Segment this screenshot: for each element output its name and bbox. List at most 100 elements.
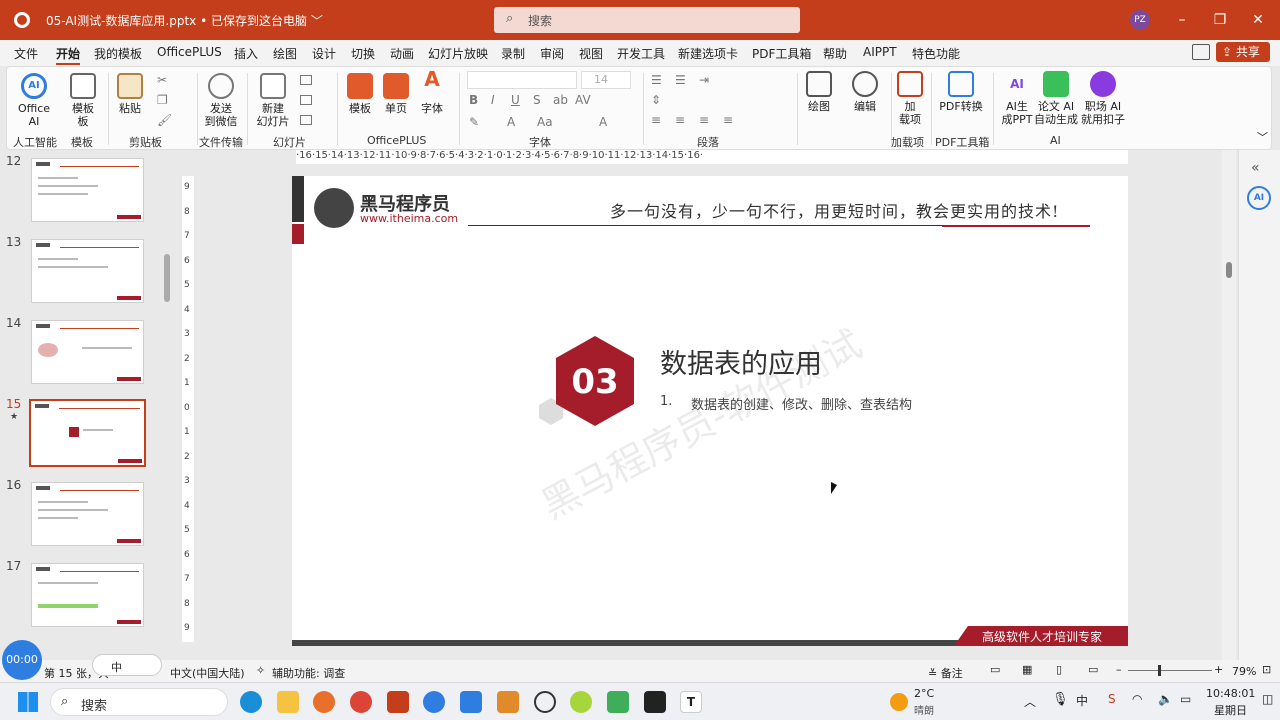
volume-icon[interactable]: 🔈	[1158, 692, 1173, 706]
tab-file[interactable]: 文件	[14, 45, 38, 62]
tab-slideshow[interactable]: 幻灯片放映	[428, 45, 488, 62]
comments-icon[interactable]	[1192, 44, 1210, 60]
clear-format-icon[interactable]: A	[599, 115, 607, 129]
collapse-ribbon-icon[interactable]: ﹀	[1257, 129, 1268, 145]
zoom-slider[interactable]	[1128, 670, 1212, 671]
tab-insert[interactable]: 插入	[234, 45, 258, 62]
pdf-convert-button[interactable]: PDF转换	[935, 71, 987, 113]
collapse-pane-icon[interactable]: «	[1251, 160, 1260, 176]
strikethrough-button[interactable]: S	[533, 93, 541, 107]
slide-thumbnail-selected[interactable]	[29, 399, 146, 467]
align-left-icon[interactable]: ≡	[651, 113, 661, 127]
document-title[interactable]: 05-AI测试-数据库应用.pptx • 已保存到这台电脑 ﹀	[46, 12, 323, 29]
app-icon-green[interactable]	[607, 691, 629, 713]
tab-pdf-tools[interactable]: PDF工具箱	[752, 45, 811, 62]
italic-button[interactable]: I	[491, 93, 495, 107]
reset-icon[interactable]	[300, 95, 312, 105]
typora-icon[interactable]: T	[680, 691, 702, 713]
tab-officeplus[interactable]: OfficePLUS	[157, 45, 222, 59]
layout-icon[interactable]	[300, 75, 312, 85]
chat-app-icon[interactable]	[460, 691, 482, 713]
tab-record[interactable]: 录制	[501, 45, 525, 62]
reading-view-icon[interactable]: ▯	[1056, 663, 1062, 676]
language-status[interactable]: 中文(中国大陆)	[170, 665, 245, 681]
edge-icon[interactable]	[240, 691, 262, 713]
indent-icon[interactable]: ⇥	[699, 73, 709, 87]
fit-to-window-icon[interactable]: ⊡	[1262, 663, 1271, 676]
tab-help[interactable]: 帮助	[823, 45, 847, 62]
zoom-in-button[interactable]: +	[1214, 663, 1223, 676]
align-center-icon[interactable]: ≡	[675, 113, 685, 127]
highlight-icon[interactable]: ✎	[469, 115, 479, 129]
chrome-icon[interactable]	[350, 691, 372, 713]
file-explorer-icon[interactable]	[277, 691, 299, 713]
recording-timer[interactable]: 00:00	[2, 640, 42, 680]
font-size-select[interactable]: 14	[581, 71, 631, 89]
single-page-button[interactable]: 单页	[381, 73, 411, 115]
tab-home[interactable]: 开始	[56, 45, 81, 65]
tab-review[interactable]: 审阅	[540, 45, 564, 62]
tab-new-tab[interactable]: 新建选项卡	[678, 45, 738, 62]
sublime-icon[interactable]	[497, 691, 519, 713]
new-slide-button[interactable]: 新建 幻灯片	[253, 73, 293, 128]
weather-icon[interactable]	[890, 693, 908, 711]
datagrip-icon[interactable]	[644, 691, 666, 713]
tab-draw[interactable]: 绘图	[273, 45, 297, 62]
editing-button[interactable]: 编辑	[849, 71, 881, 113]
underline-button[interactable]: U	[511, 93, 520, 107]
sorter-view-icon[interactable]: ▦	[1022, 663, 1032, 676]
slide-thumbnail[interactable]	[31, 482, 144, 546]
tray-chevron-icon[interactable]: ︿	[1024, 693, 1036, 710]
template-button[interactable]: 模板 板	[65, 73, 101, 128]
search-box[interactable]: ⌕ 搜索	[494, 7, 800, 33]
tab-transitions[interactable]: 切换	[351, 45, 375, 62]
app-icon[interactable]	[423, 691, 445, 713]
zoom-level[interactable]: 79%	[1232, 665, 1256, 678]
zoom-slider-thumb[interactable]	[1158, 665, 1161, 676]
format-painter-icon[interactable]: 🖌	[157, 113, 172, 127]
avatar[interactable]: PZ	[1130, 10, 1150, 30]
zoom-out-button[interactable]: –	[1116, 663, 1122, 676]
thumbnail-scrollbar[interactable]	[164, 254, 170, 302]
cut-icon[interactable]: ✂	[157, 73, 167, 87]
microphone-icon[interactable]: 🎙	[1052, 692, 1069, 707]
clock-time[interactable]: 10:48:01	[1206, 687, 1255, 700]
normal-view-icon[interactable]: ▭	[990, 663, 1000, 676]
font-color-icon[interactable]: A	[507, 115, 515, 129]
tab-view[interactable]: 视图	[579, 45, 603, 62]
slide-thumbnail[interactable]	[31, 239, 144, 303]
accessibility-status[interactable]: 辅助功能: 调查	[272, 665, 345, 681]
slideshow-view-icon[interactable]: ▭	[1088, 663, 1098, 676]
tab-features[interactable]: 特色功能	[912, 45, 960, 62]
justify-icon[interactable]: ≡	[723, 113, 733, 127]
send-wechat-button[interactable]: 发送 到微信	[203, 73, 239, 128]
tab-developer[interactable]: 开发工具	[617, 45, 665, 62]
numbering-icon[interactable]: ☰	[675, 73, 686, 87]
clock-app-icon[interactable]	[534, 691, 556, 713]
tab-design[interactable]: 设计	[312, 45, 336, 62]
drawing-button[interactable]: 绘图	[803, 71, 835, 113]
powerpoint-app-icon[interactable]	[387, 691, 409, 713]
wifi-icon[interactable]: ◠	[1132, 692, 1142, 706]
minimize-button[interactable]: –	[1172, 10, 1192, 30]
copy-icon[interactable]: ❐	[157, 93, 168, 107]
ime-toolbar[interactable]: 中	[92, 654, 162, 676]
officeplus-template-button[interactable]: 模板	[345, 73, 375, 115]
ime-tray-icon[interactable]: 中	[1076, 692, 1088, 709]
paste-button[interactable]: 粘贴	[115, 73, 145, 115]
char-spacing-icon[interactable]: AV	[575, 93, 591, 107]
notification-icon[interactable]: ◫	[1262, 692, 1273, 706]
font-button[interactable]: A 字体	[417, 69, 447, 115]
windows-start-icon[interactable]	[18, 692, 38, 712]
taskbar-search[interactable]: ⌕ 搜索	[50, 688, 228, 716]
align-right-icon[interactable]: ≡	[699, 113, 709, 127]
wps-tray-icon[interactable]: S	[1108, 692, 1116, 706]
paper-ai-button[interactable]: 论文 AI 自动生成	[1031, 71, 1081, 126]
tab-my-templates[interactable]: 我的模板	[94, 45, 142, 62]
section-icon[interactable]	[300, 115, 312, 125]
slide-thumbnail[interactable]	[31, 320, 144, 384]
notes-button[interactable]: ≚ 备注	[928, 665, 963, 681]
vertical-scrollbar[interactable]	[1222, 150, 1236, 660]
battery-icon[interactable]: ▭	[1180, 692, 1191, 706]
bullets-icon[interactable]: ☰	[651, 73, 662, 87]
